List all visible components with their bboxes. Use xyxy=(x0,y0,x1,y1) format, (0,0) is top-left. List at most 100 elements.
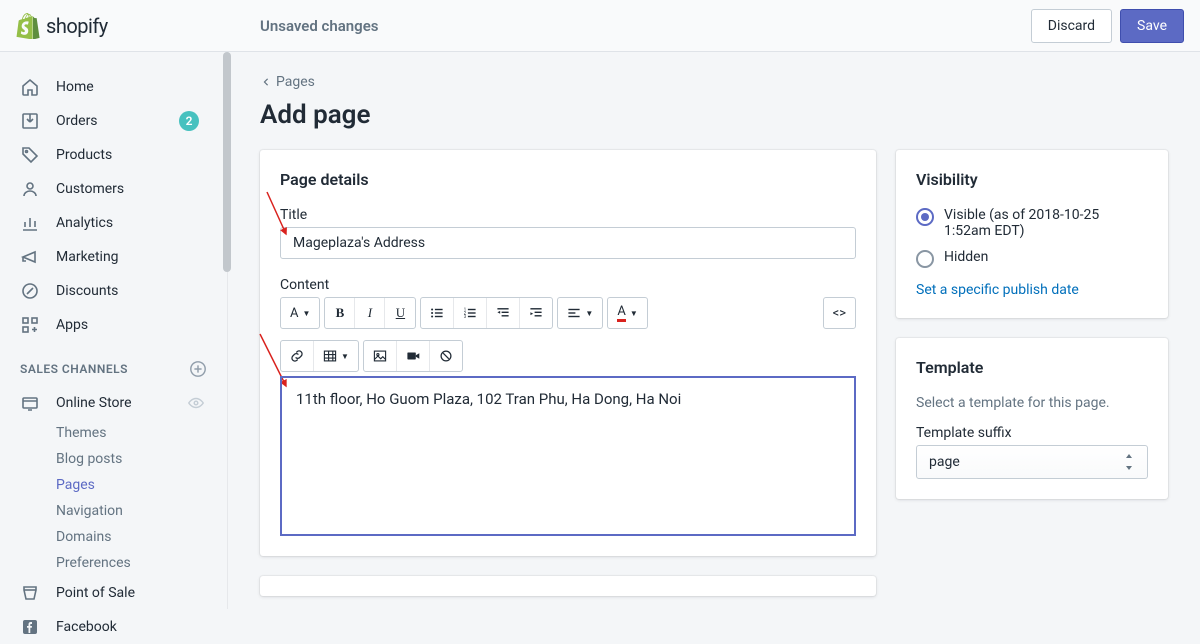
marketing-icon xyxy=(20,247,40,267)
sidebar-item-label: Online Store xyxy=(56,395,132,411)
sidebar-item-label: Point of Sale xyxy=(56,585,135,601)
visibility-hidden-label: Hidden xyxy=(944,249,988,265)
brand-name: shopify xyxy=(46,14,108,38)
page-details-card: Page details Title Content A▼ B I xyxy=(260,150,876,556)
template-suffix-select[interactable]: page xyxy=(916,445,1148,479)
visibility-visible-label: Visible (as of 2018-10-25 1:52am EDT) xyxy=(944,207,1148,239)
save-button[interactable]: Save xyxy=(1120,9,1184,43)
sidebar-item-orders[interactable]: Orders 2 xyxy=(0,104,227,138)
topbar: shopify Unsaved changes Discard Save xyxy=(0,0,1200,52)
template-suffix-label: Template suffix xyxy=(916,425,1148,441)
shopify-logo-icon xyxy=(16,13,40,39)
section-label: SALES CHANNELS xyxy=(20,362,128,376)
visibility-card: Visibility Visible (as of 2018-10-25 1:5… xyxy=(896,150,1168,318)
sidebar-sub-preferences[interactable]: Preferences xyxy=(0,550,227,576)
title-input[interactable] xyxy=(280,227,856,259)
italic-button[interactable]: I xyxy=(355,298,385,328)
table-button[interactable]: ▼ xyxy=(314,341,358,371)
visibility-hidden-option[interactable]: Hidden xyxy=(916,249,1148,268)
orders-icon xyxy=(20,111,40,131)
font-format-button[interactable]: A▼ xyxy=(281,298,319,328)
html-view-button[interactable]: <> xyxy=(824,298,855,328)
align-button[interactable]: ▼ xyxy=(558,298,602,328)
sidebar-item-customers[interactable]: Customers xyxy=(0,172,227,206)
sidebar-sub-navigation[interactable]: Navigation xyxy=(0,498,227,524)
template-card: Template Select a template for this page… xyxy=(896,338,1168,499)
sidebar-item-label: Apps xyxy=(56,317,88,333)
products-icon xyxy=(20,145,40,165)
page-details-heading: Page details xyxy=(280,170,856,189)
lower-card xyxy=(260,576,876,596)
bullet-list-button[interactable] xyxy=(421,298,454,328)
underline-button[interactable]: U xyxy=(385,298,415,328)
sidebar-item-pos[interactable]: Point of Sale xyxy=(0,576,227,610)
image-button[interactable] xyxy=(364,341,397,371)
template-suffix-value: page xyxy=(929,454,960,470)
sidebar-item-discounts[interactable]: Discounts xyxy=(0,274,227,308)
sidebar-item-home[interactable]: Home xyxy=(0,70,227,104)
orders-badge: 2 xyxy=(179,111,199,131)
sidebar-sub-pages[interactable]: Pages xyxy=(0,472,227,498)
topbar-middle: Unsaved changes xyxy=(260,17,1031,35)
customers-icon xyxy=(20,179,40,199)
main-content: Pages Add page Page details Title Conten… xyxy=(228,52,1200,609)
pos-icon xyxy=(20,583,40,603)
sidebar-sub-domains[interactable]: Domains xyxy=(0,524,227,550)
home-icon xyxy=(20,77,40,97)
sidebar-item-label: Products xyxy=(56,147,112,163)
clear-format-button[interactable] xyxy=(430,341,462,371)
sidebar-item-label: Marketing xyxy=(56,249,119,265)
indent-button[interactable] xyxy=(520,298,552,328)
sidebar-item-label: Home xyxy=(56,79,94,95)
sidebar-item-apps[interactable]: Apps xyxy=(0,308,227,342)
unsaved-changes-label: Unsaved changes xyxy=(260,17,379,35)
breadcrumb-label: Pages xyxy=(276,74,315,90)
select-arrows-icon xyxy=(1123,454,1135,470)
radio-unselected-icon xyxy=(916,250,934,268)
publish-date-link[interactable]: Set a specific publish date xyxy=(916,282,1079,298)
editor-toolbar: A▼ B I U 123 xyxy=(280,297,856,372)
sidebar-item-label: Orders xyxy=(56,113,98,129)
sidebar-item-analytics[interactable]: Analytics xyxy=(0,206,227,240)
page-title: Add page xyxy=(260,100,1168,130)
sidebar-item-label: Analytics xyxy=(56,215,113,231)
sidebar-item-label: Discounts xyxy=(56,283,118,299)
template-description: Select a template for this page. xyxy=(916,395,1148,411)
sidebar-item-marketing[interactable]: Marketing xyxy=(0,240,227,274)
content-label: Content xyxy=(280,277,856,293)
sidebar-item-label: Customers xyxy=(56,181,124,197)
radio-selected-icon xyxy=(916,208,934,226)
logo-area: shopify xyxy=(16,13,260,39)
analytics-icon xyxy=(20,213,40,233)
template-heading: Template xyxy=(916,358,1148,377)
chevron-left-icon xyxy=(260,76,272,88)
sidebar-item-facebook[interactable]: Facebook xyxy=(0,610,227,644)
sidebar: Home Orders 2 Products Customers Analyti… xyxy=(0,52,228,609)
facebook-icon xyxy=(20,617,40,637)
sidebar-item-products[interactable]: Products xyxy=(0,138,227,172)
preview-icon[interactable] xyxy=(187,394,205,412)
visibility-heading: Visibility xyxy=(916,170,1148,189)
apps-icon xyxy=(20,315,40,335)
content-editor[interactable]: 11th floor, Ho Guom Plaza, 102 Tran Phu,… xyxy=(280,376,856,536)
online-store-icon xyxy=(20,393,40,413)
outdent-button[interactable] xyxy=(487,298,520,328)
discounts-icon xyxy=(20,281,40,301)
discard-button[interactable]: Discard xyxy=(1031,9,1112,43)
bold-button[interactable]: B xyxy=(325,298,355,328)
sidebar-item-label: Facebook xyxy=(56,619,117,635)
link-button[interactable] xyxy=(281,341,314,371)
sidebar-sub-blog-posts[interactable]: Blog posts xyxy=(0,446,227,472)
visibility-visible-option[interactable]: Visible (as of 2018-10-25 1:52am EDT) xyxy=(916,207,1148,239)
title-label: Title xyxy=(280,207,856,223)
sales-channels-header: SALES CHANNELS xyxy=(0,342,227,386)
add-channel-icon[interactable] xyxy=(189,360,207,378)
svg-text:3: 3 xyxy=(464,315,467,320)
sidebar-sub-themes[interactable]: Themes xyxy=(0,420,227,446)
topbar-actions: Discard Save xyxy=(1031,9,1184,43)
video-button[interactable] xyxy=(397,341,430,371)
numbered-list-button[interactable]: 123 xyxy=(454,298,487,328)
sidebar-item-online-store[interactable]: Online Store xyxy=(0,386,227,420)
text-color-button[interactable]: A▼ xyxy=(608,298,646,328)
breadcrumb[interactable]: Pages xyxy=(260,68,1168,96)
